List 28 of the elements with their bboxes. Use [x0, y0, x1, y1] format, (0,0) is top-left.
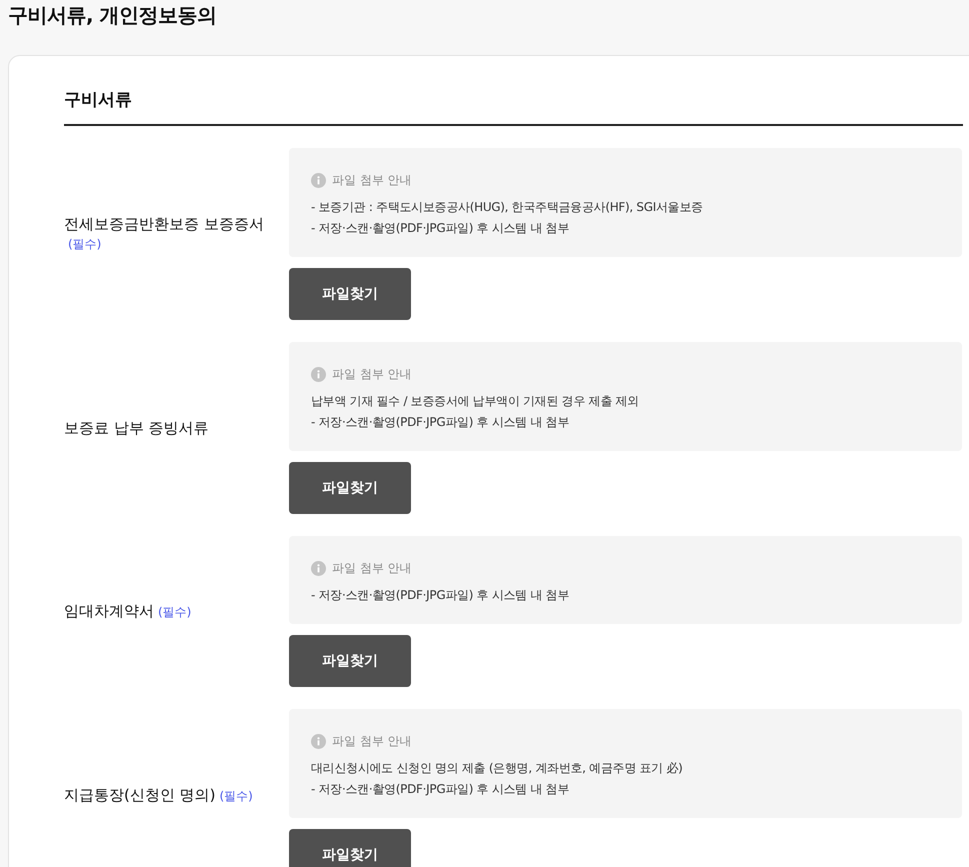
- document-label: 전세보증금반환보증 보증증서: [64, 215, 264, 233]
- required-mark: (필수): [219, 788, 253, 802]
- notice-text: - 저장·스캔·촬영(PDF·JPG파일) 후 시스템 내 첨부: [311, 781, 570, 798]
- document-label: 임대차계약서: [64, 602, 154, 620]
- notice-text: - 저장·스캔·촬영(PDF·JPG파일) 후 시스템 내 첨부: [311, 220, 570, 237]
- notice-title: 파일 첨부 안내: [332, 366, 412, 383]
- notice-text: - 저장·스캔·촬영(PDF·JPG파일) 후 시스템 내 첨부: [311, 414, 570, 431]
- notice-title: 파일 첨부 안내: [332, 172, 412, 189]
- file-browse-button[interactable]: 파일찾기: [289, 268, 411, 320]
- document-label: 보증료 납부 증빙서류: [64, 418, 209, 436]
- info-icon: [311, 561, 326, 576]
- notice-text: - 보증기관 : 주택도시보증공사(HUG), 한국주택금융공사(HF), SGI서울보증: [311, 199, 704, 216]
- notice-text: 납부액 기재 필수 / 보증증서에 납부액이 기재된 경우 제출 제외: [311, 393, 640, 410]
- required-mark: (필수): [68, 237, 102, 251]
- info-icon: [311, 734, 326, 749]
- info-icon: [311, 367, 326, 382]
- page-title: 구비서류, 개인정보동의: [7, 2, 218, 29]
- section-title: 구비서류: [64, 89, 133, 112]
- info-icon: [311, 173, 326, 188]
- file-browse-button[interactable]: 파일찾기: [289, 635, 411, 687]
- notice-text: 대리신청시에도 신청인 명의 제출 (은행명, 계좌번호, 예금주명 표기 必): [311, 760, 684, 777]
- notice-title: 파일 첨부 안내: [332, 560, 412, 577]
- file-browse-button[interactable]: 파일찾기: [289, 462, 411, 514]
- required-mark: (필수): [158, 605, 192, 619]
- notice-title: 파일 첨부 안내: [332, 733, 412, 750]
- document-label: 지급통장(신청인 명의): [64, 786, 216, 804]
- notice-text: - 저장·스캔·촬영(PDF·JPG파일) 후 시스템 내 첨부: [311, 587, 570, 604]
- file-browse-button[interactable]: 파일찾기: [289, 829, 411, 867]
